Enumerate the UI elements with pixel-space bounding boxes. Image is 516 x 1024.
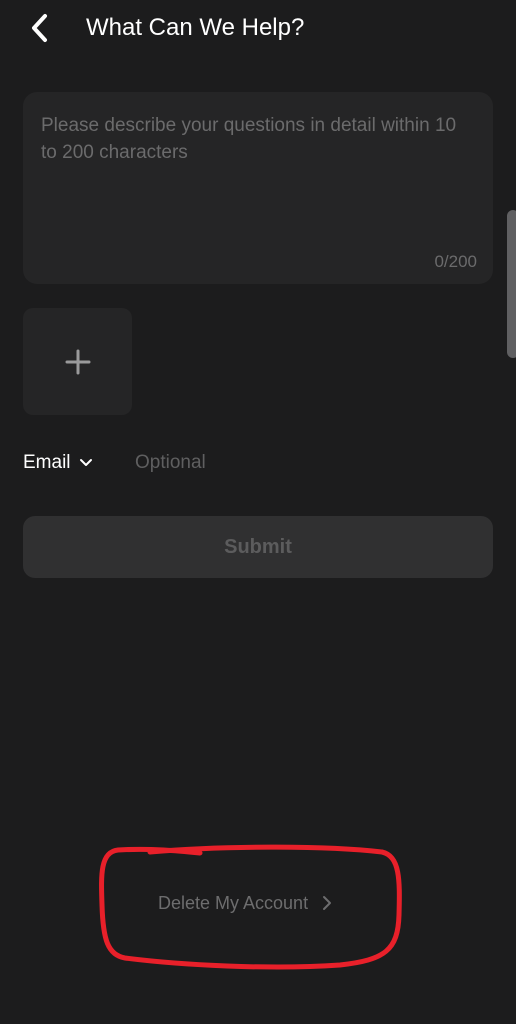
chevron-left-icon [32,14,47,42]
delete-account-link[interactable]: Delete My Account [158,890,332,916]
add-image-button[interactable] [23,308,132,415]
submit-button[interactable]: Submit [23,516,493,578]
char-counter: 0/200 [434,252,477,271]
plus-icon [65,349,90,374]
chevron-right-icon [323,896,332,910]
email-input[interactable]: Optional [135,450,465,476]
chevron-down-icon [79,459,92,466]
back-button[interactable] [22,8,58,48]
description-textarea[interactable]: Please describe your questions in detail… [23,92,493,284]
contact-type-select[interactable]: Email [23,450,93,476]
contact-type-label: Email [23,452,71,473]
delete-account-label: Delete My Account [158,893,309,913]
description-placeholder: Please describe your questions in detail… [41,115,457,163]
scroll-indicator[interactable] [507,210,516,358]
page-title: What Can We Help? [86,14,305,41]
